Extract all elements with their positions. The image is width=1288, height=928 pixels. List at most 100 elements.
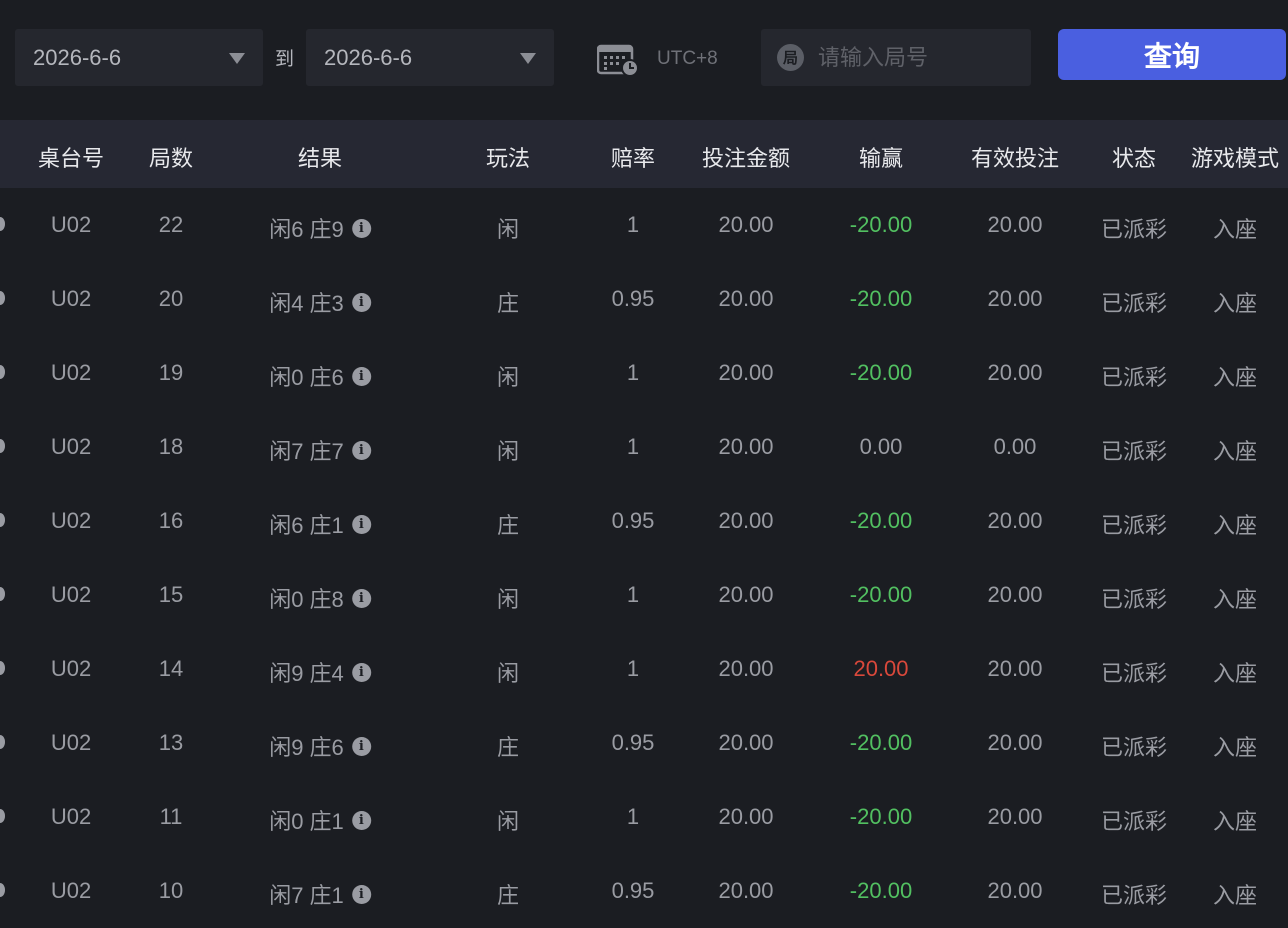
cell-game-mode: 入座 — [1212, 735, 1258, 760]
info-icon[interactable]: i — [351, 588, 371, 608]
cell-valid-bet: 0.00 — [993, 434, 1037, 459]
result-text: 闲4 庄3 — [269, 291, 344, 316]
cell-result: 闲9 庄4 i — [269, 656, 371, 688]
cell-odds: 0.95 — [611, 878, 655, 903]
round-icon: 局 — [777, 44, 804, 71]
cell-table-no: U02 — [50, 656, 92, 681]
cell-bet-amount: 20.00 — [718, 434, 774, 459]
cell-table-no: U02 — [50, 582, 92, 607]
cell-win-loss: -20.00 — [849, 508, 913, 533]
table-row: U02 20 闲4 庄3 i 庄 0.95 20.00 -20.00 20.00 已派彩 入座 — [0, 262, 1288, 336]
cell-result: 闲6 庄9 i — [269, 212, 371, 244]
cell-game-mode: 入座 — [1212, 513, 1258, 538]
cell-play: 庄 — [496, 513, 520, 538]
cell-status: 已派彩 — [1100, 883, 1168, 908]
result-text: 闲6 庄1 — [269, 513, 344, 538]
cell-result: 闲0 庄8 i — [269, 582, 371, 614]
cell-odds: 0.95 — [611, 286, 655, 311]
info-icon[interactable]: i — [351, 810, 371, 830]
row-indicator-icon — [0, 735, 5, 749]
cell-play: 闲 — [496, 439, 520, 464]
info-icon[interactable]: i — [351, 662, 371, 682]
cell-valid-bet: 20.00 — [987, 508, 1043, 533]
round-number-input[interactable] — [818, 44, 1018, 71]
cell-result: 闲6 庄1 i — [269, 508, 371, 540]
cell-table-no: U02 — [50, 878, 92, 903]
cell-play: 闲 — [496, 365, 520, 390]
info-icon[interactable]: i — [351, 366, 371, 386]
row-indicator-icon — [0, 439, 5, 453]
cell-win-loss: 0.00 — [859, 434, 903, 459]
date-from-select[interactable]: 2026-6-6 — [15, 29, 263, 86]
cell-round: 11 — [159, 804, 183, 829]
calendar-clock-icon — [597, 44, 639, 76]
cell-round: 10 — [158, 878, 184, 903]
cell-round: 19 — [158, 360, 184, 385]
cell-odds: 1 — [626, 212, 640, 237]
header-play: 玩法 — [485, 146, 531, 171]
row-indicator-icon — [0, 365, 5, 379]
cell-win-loss: -20.00 — [849, 730, 913, 755]
header-round: 局数 — [148, 146, 194, 171]
table-body: U02 22 闲6 庄9 i 闲 1 20.00 -20.00 20.00 已派彩 入座 U02 20 闲… — [0, 188, 1288, 928]
cell-game-mode: 入座 — [1212, 587, 1258, 612]
cell-game-mode: 入座 — [1212, 883, 1258, 908]
header-result: 结果 — [297, 146, 343, 171]
timezone-selector[interactable]: UTC+8 — [597, 42, 718, 76]
chevron-down-icon — [229, 53, 245, 64]
header-bet-amount: 投注金额 — [701, 146, 791, 171]
cell-win-loss: -20.00 — [849, 286, 913, 311]
result-text: 闲7 庄7 — [269, 439, 344, 464]
cell-bet-amount: 20.00 — [718, 804, 774, 829]
cell-valid-bet: 20.00 — [987, 730, 1043, 755]
info-icon[interactable]: i — [351, 736, 371, 756]
cell-win-loss: 20.00 — [853, 656, 909, 681]
cell-play: 闲 — [496, 217, 520, 242]
cell-round: 22 — [158, 212, 184, 237]
chevron-down-icon — [520, 53, 536, 64]
cell-status: 已派彩 — [1100, 587, 1168, 612]
round-search-field[interactable]: 局 — [761, 29, 1031, 86]
cell-bet-amount: 20.00 — [718, 508, 774, 533]
cell-round: 13 — [158, 730, 184, 755]
cell-status: 已派彩 — [1100, 809, 1168, 834]
cell-bet-amount: 20.00 — [718, 582, 774, 607]
cell-win-loss: -20.00 — [849, 804, 913, 829]
info-icon[interactable]: i — [351, 440, 371, 460]
info-icon[interactable]: i — [351, 514, 371, 534]
cell-bet-amount: 20.00 — [718, 730, 774, 755]
cell-result: 闲4 庄3 i — [269, 286, 371, 318]
info-icon[interactable]: i — [351, 292, 371, 312]
table-header: 桌台号 局数 结果 玩法 赔率 投注金额 输赢 有效投注 状态 游戏模式 — [0, 120, 1288, 188]
cell-table-no: U02 — [50, 730, 92, 755]
info-icon[interactable]: i — [351, 884, 371, 904]
table-row: U02 18 闲7 庄7 i 闲 1 20.00 0.00 0.00 已派彩 入座 — [0, 410, 1288, 484]
result-text: 闲0 庄8 — [269, 587, 344, 612]
cell-win-loss: -20.00 — [849, 360, 913, 385]
cell-odds: 1 — [626, 804, 640, 829]
cell-round: 16 — [158, 508, 184, 533]
cell-result: 闲0 庄6 i — [269, 360, 371, 392]
cell-table-no: U02 — [50, 212, 92, 237]
cell-game-mode: 入座 — [1212, 217, 1258, 242]
cell-odds: 1 — [626, 656, 640, 681]
info-icon[interactable]: i — [351, 218, 371, 238]
date-to-select[interactable]: 2026-6-6 — [306, 29, 554, 86]
header-odds: 赔率 — [610, 146, 656, 171]
table-row: U02 11 闲0 庄1 i 闲 1 20.00 -20.00 20.00 已派彩 入座 — [0, 780, 1288, 854]
row-indicator-icon — [0, 587, 5, 601]
cell-status: 已派彩 — [1100, 513, 1168, 538]
cell-game-mode: 入座 — [1212, 365, 1258, 390]
cell-valid-bet: 20.00 — [987, 656, 1043, 681]
cell-odds: 1 — [626, 360, 640, 385]
query-button[interactable]: 查询 — [1058, 29, 1286, 80]
result-text: 闲0 庄6 — [269, 365, 344, 390]
cell-status: 已派彩 — [1100, 291, 1168, 316]
cell-valid-bet: 20.00 — [987, 582, 1043, 607]
cell-status: 已派彩 — [1100, 661, 1168, 686]
cell-game-mode: 入座 — [1212, 291, 1258, 316]
cell-result: 闲0 庄1 i — [269, 804, 371, 836]
row-indicator-icon — [0, 513, 5, 527]
cell-bet-amount: 20.00 — [718, 360, 774, 385]
row-indicator-icon — [0, 883, 5, 897]
